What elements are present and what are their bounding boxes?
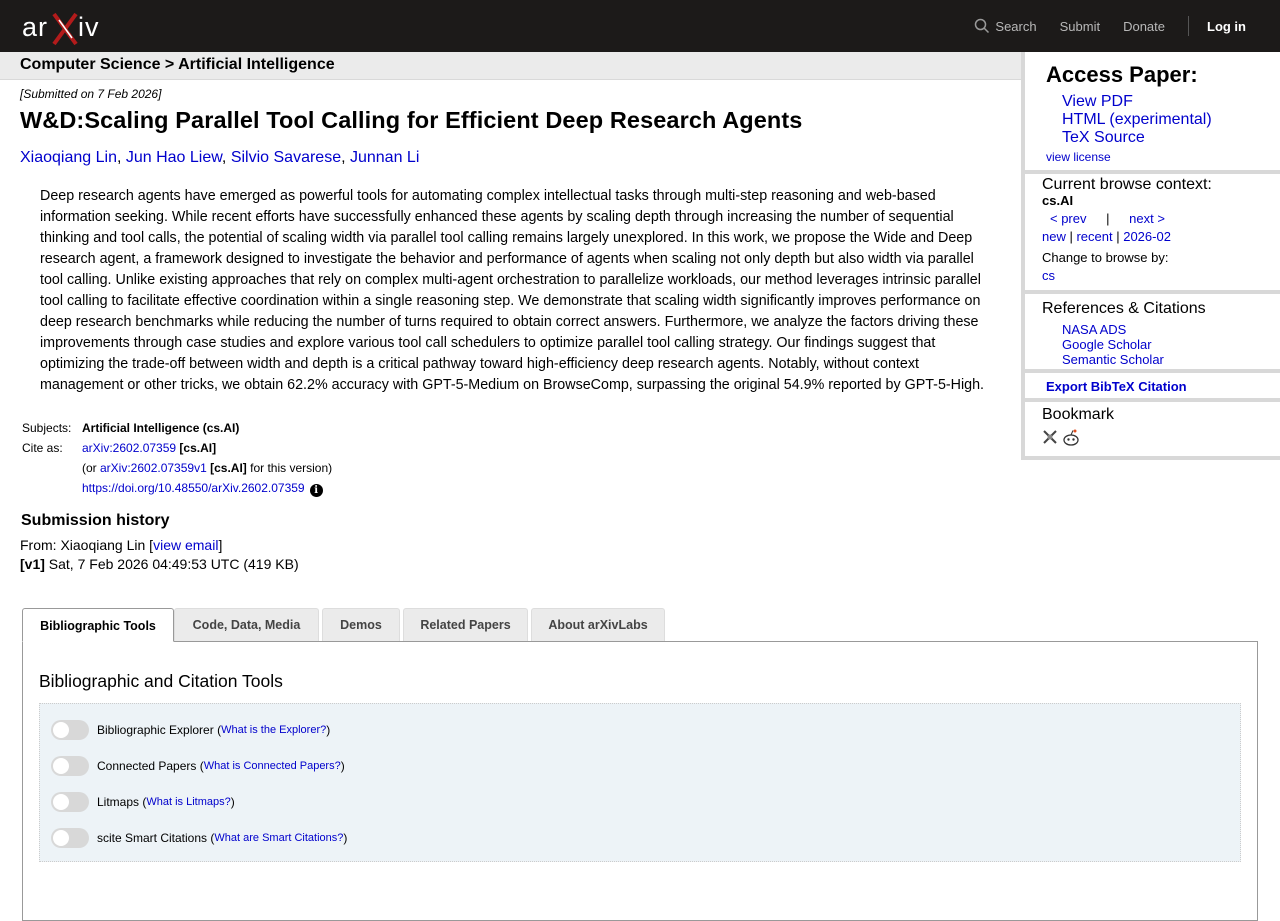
cite-label: Cite as: [22,441,63,455]
browse-context-heading: Current browse context: [1042,176,1212,193]
bibtex-box: Export BibTeX Citation [1025,373,1280,398]
cite-category: [cs.AI] [179,441,217,455]
references-box: References & Citations NASA ADS Google S… [1025,294,1280,369]
connected-papers-toggle[interactable] [51,756,89,776]
tool-row: Connected Papers (What is Connected Pape… [51,756,345,776]
nav-submit[interactable]: Submit [1060,19,1100,34]
tool-row: Bibliographic Explorer (What is the Expl… [51,720,330,740]
cite-version-suffix: for this version) [246,461,333,475]
nav-divider: | [1106,211,1110,226]
view-email-link[interactable]: view email [153,537,218,553]
export-bibtex-link[interactable]: Export BibTeX Citation [1046,379,1187,394]
from-prefix: From: Xiaoqiang Lin [ [20,537,154,553]
tool-help-link[interactable]: What are Smart Citations? [214,832,343,844]
info-icon[interactable]: i [309,484,323,497]
submission-version: [v1] Sat, 7 Feb 2026 04:49:53 UTC (419 K… [20,556,299,572]
explorer-toggle[interactable] [51,720,89,740]
author-link[interactable]: Jun Hao Liew [126,149,222,166]
reddit-icon[interactable] [1062,429,1080,446]
tool-help-link[interactable]: What is the Explorer? [221,724,326,736]
author-list: Xiaoqiang Lin, Jun Hao Liew, Silvio Sava… [20,149,420,166]
change-browse-label: Change to browse by: [1042,250,1169,265]
version-detail: Sat, 7 Feb 2026 04:49:53 UTC (419 KB) [44,556,299,572]
bibsonomy-icon[interactable] [1042,429,1058,445]
author-link[interactable]: Junnan Li [350,149,419,166]
tab-related-papers[interactable]: Related Papers [403,608,528,641]
tool-row: Litmaps (What is Litmaps?) [51,792,235,812]
browse-cs-link[interactable]: cs [1042,268,1055,283]
paper-metadata: Subjects: Artificial Intelligence (cs.AI… [20,420,334,500]
tools-heading: Bibliographic and Citation Tools [39,671,283,691]
doi-link[interactable]: https://doi.org/10.48550/arXiv.2602.0735… [82,481,305,495]
tab-panel: Bibliographic and Citation Tools Bibliog… [22,641,1258,921]
new-link[interactable]: new [1042,229,1066,244]
svg-text:iv: iv [78,12,100,42]
nav-divider [1188,16,1189,36]
tool-help-link[interactable]: What is Litmaps? [146,796,230,808]
view-license-link[interactable]: view license [1046,150,1111,164]
tool-label: Litmaps [97,795,140,809]
cite-version-link[interactable]: arXiv:2602.07359v1 [100,461,207,475]
prev-link[interactable]: < prev [1050,211,1087,226]
breadcrumb: Computer Science > Artificial Intelligen… [0,52,1021,80]
browse-context-box: Current browse context: cs.AI < prev | n… [1025,174,1280,290]
bookmark-heading: Bookmark [1042,406,1115,423]
nasa-ads-link[interactable]: NASA ADS [1062,322,1126,337]
cite-link[interactable]: arXiv:2602.07359 [82,441,176,455]
litmaps-toggle[interactable] [51,792,89,812]
login-link[interactable]: Log in [1207,19,1246,34]
from-suffix: ] [218,537,223,553]
arxiv-logo[interactable]: ar iv [22,10,114,51]
tab-demos[interactable]: Demos [322,608,400,641]
month-link[interactable]: 2026-02 [1123,229,1171,244]
author-link[interactable]: Xiaoqiang Lin [20,149,117,166]
tool-label: Connected Papers [97,759,197,773]
cite-version-category: [cs.AI] [210,461,247,475]
html-link[interactable]: HTML (experimental) [1062,111,1212,128]
access-links: View PDF HTML (experimental) TeX Source [1062,93,1212,147]
subjects-value: Artificial Intelligence (cs.AI) [82,421,240,435]
tab-about-arxivlabs[interactable]: About arXivLabs [531,608,665,641]
right-sidebar: Access Paper: View PDF HTML (experimenta… [1021,52,1280,460]
version-tag: [v1] [20,556,45,572]
tool-row: scite Smart Citations (What are Smart Ci… [51,828,347,848]
access-paper-heading: Access Paper: [1046,62,1198,87]
tab-bibliographic-tools[interactable]: Bibliographic Tools [22,608,174,642]
scite-toggle[interactable] [51,828,89,848]
tool-label: scite Smart Citations [97,831,208,845]
view-pdf-link[interactable]: View PDF [1062,93,1133,110]
access-paper-box: Access Paper: View PDF HTML (experimenta… [1025,52,1280,170]
prev-next-nav: < prev | next > [1050,211,1165,226]
next-link[interactable]: next > [1129,211,1165,226]
bookmark-icons [1042,429,1080,446]
nav-search-label: Search [995,18,1037,34]
recent-nav: new | recent | 2026-02 [1042,229,1171,244]
bookmark-box: Bookmark [1025,402,1280,456]
tool-help-link[interactable]: What is Connected Papers? [204,760,341,772]
author-link[interactable]: Silvio Savarese [231,149,341,166]
tab-code-data-media[interactable]: Code, Data, Media [174,608,319,641]
abstract: Deep research agents have emerged as pow… [40,188,985,393]
submission-date: [Submitted on 7 Feb 2026] [20,87,162,101]
recent-link[interactable]: recent [1076,229,1112,244]
cite-or-text: (or [82,461,100,475]
subjects-label: Subjects: [22,421,72,435]
references-heading: References & Citations [1042,300,1206,317]
top-nav-links: Search Submit Donate Log in [974,0,1280,52]
reference-links: NASA ADS Google Scholar Semantic Scholar [1062,322,1164,367]
submission-history-heading: Submission history [21,512,170,529]
semantic-scholar-link[interactable]: Semantic Scholar [1062,352,1164,367]
paper-title: W&D:Scaling Parallel Tool Calling for Ef… [20,107,803,133]
browse-context-category: cs.AI [1042,193,1074,208]
nav-donate[interactable]: Donate [1123,19,1165,34]
tex-source-link[interactable]: TeX Source [1062,129,1145,146]
tool-label: Bibliographic Explorer [97,723,214,737]
search-icon [975,18,990,34]
nav-search[interactable]: Search [974,18,1037,34]
svg-text:ar: ar [22,12,48,42]
submission-from: From: Xiaoqiang Lin [view email] [20,537,222,553]
google-scholar-link[interactable]: Google Scholar [1062,337,1152,352]
tools-box: Bibliographic Explorer (What is the Expl… [39,703,1241,862]
top-navbar: ar iv Search Submit Donate Log in [0,0,1280,52]
